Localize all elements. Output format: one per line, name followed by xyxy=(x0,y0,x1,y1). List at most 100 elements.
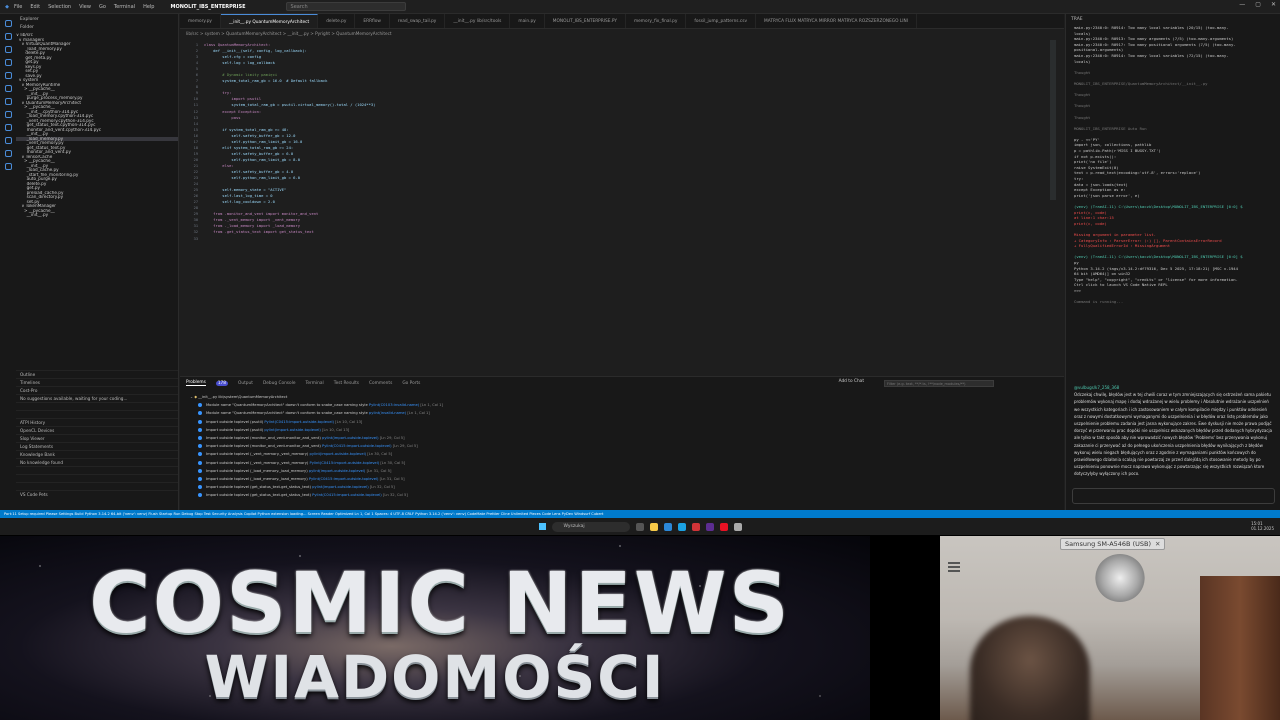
vscode-icon[interactable] xyxy=(677,522,686,531)
sidebar-section[interactable]: OpenCL Devices xyxy=(16,426,178,434)
problem-source[interactable]: Pylint(C0415:import-outside-toplevel) xyxy=(264,420,334,424)
minimap[interactable] xyxy=(1050,40,1056,200)
problem-row[interactable]: Import outside toplevel (psutil) pylint(… xyxy=(190,426,1064,434)
problem-source[interactable]: Pylint(C0415:import-outside-toplevel) xyxy=(322,444,392,448)
run-debug-icon[interactable] xyxy=(4,59,12,66)
extensions-icon[interactable] xyxy=(4,72,12,79)
close-icon[interactable]: ✕ xyxy=(1155,540,1160,548)
problem-row[interactable]: Import outside toplevel (_load_memory._l… xyxy=(190,475,1064,483)
docker-icon[interactable] xyxy=(4,111,12,118)
problem-row[interactable]: Module name "QuantumMemoryArchitect" doe… xyxy=(190,401,1064,409)
database-icon[interactable] xyxy=(4,124,12,131)
menu-item[interactable]: Edit xyxy=(30,4,40,10)
sidebar-section[interactable]: No suggestions available, waiting for yo… xyxy=(16,394,178,402)
sidebar-section[interactable]: Log Statements xyxy=(16,442,178,450)
problem-row[interactable]: Import outside toplevel (monitor_and_ven… xyxy=(190,434,1064,442)
file-explorer-icon[interactable] xyxy=(649,522,658,531)
account-icon[interactable] xyxy=(4,150,12,157)
close-icon[interactable]: ✕ xyxy=(1271,1,1276,8)
editor-tab[interactable]: memory_fix_final.py xyxy=(626,14,687,28)
hamburger-menu-icon[interactable] xyxy=(948,562,960,572)
source-control-icon[interactable] xyxy=(4,46,12,53)
menu-item[interactable]: Terminal xyxy=(114,4,135,10)
problem-source[interactable]: pylint(import-outside-toplevel) xyxy=(309,469,366,473)
sidebar-section[interactable] xyxy=(16,482,178,490)
panel-tab[interactable]: Test Results xyxy=(334,381,359,386)
panel-tab[interactable]: Problems xyxy=(186,380,206,386)
sidebar-section[interactable]: Slop Viewer xyxy=(16,434,178,442)
maximize-icon[interactable]: ▢ xyxy=(1255,1,1261,8)
problem-source[interactable]: Pylint(C0415:import-outside-toplevel) xyxy=(309,477,379,481)
panel-tab[interactable]: Terminal xyxy=(306,381,324,386)
chat-icon[interactable] xyxy=(4,137,12,144)
problem-row[interactable]: Import outside toplevel (_vent_memory._v… xyxy=(190,459,1064,467)
panel-tab[interactable]: Go Ports xyxy=(402,381,420,386)
sidebar-section[interactable]: Knowledge Bank xyxy=(16,450,178,458)
editor-tab[interactable]: read_swap_tail.py xyxy=(390,14,446,28)
code-line[interactable] xyxy=(204,236,1044,242)
problem-source[interactable]: pylint(import-outside-toplevel) xyxy=(310,452,367,456)
sidebar-section[interactable] xyxy=(16,474,178,482)
problem-source[interactable]: pylint(import-outside-toplevel) xyxy=(312,485,369,489)
remote-icon[interactable] xyxy=(4,98,12,105)
task-view-icon[interactable] xyxy=(635,522,644,531)
sidebar-section[interactable]: Cost-Pro xyxy=(16,386,178,394)
menu-item[interactable]: File xyxy=(14,4,22,10)
editor-tab[interactable]: __init__.py lib/src/tools xyxy=(445,14,511,28)
sidebar-section[interactable]: VS Code Pets xyxy=(16,490,178,498)
sidebar-section[interactable]: ATPI History xyxy=(16,418,178,426)
edge-icon[interactable] xyxy=(663,522,672,531)
editor-tab[interactable]: fossil_jump_patterns.csv xyxy=(686,14,757,28)
sidebar-section[interactable]: Timelines xyxy=(16,378,178,386)
problem-source[interactable]: pylint(import-outside-toplevel) xyxy=(264,428,321,432)
problem-row[interactable]: Import outside toplevel (get_status_text… xyxy=(190,483,1064,491)
menu-item[interactable]: Help xyxy=(143,4,154,10)
editor-tab[interactable]: memory.py xyxy=(180,14,221,28)
problem-row[interactable]: Import outside toplevel (get_status_text… xyxy=(190,491,1064,499)
app-icon[interactable] xyxy=(705,522,714,531)
panel-tab[interactable]: Debug Console xyxy=(263,381,296,386)
problem-row[interactable]: Module name "QuantumMemoryArchitect" doe… xyxy=(190,409,1064,417)
problem-source[interactable]: Pylint(C0103:invalid-name) xyxy=(369,403,419,407)
explorer-icon[interactable] xyxy=(4,20,12,27)
code-editor[interactable]: 1 2 3 4 5 6 7 8 9 10 11 12 13 14 15 16 17 18 19 20 21 22 23 24 2… xyxy=(180,38,1064,375)
settings-gear-icon[interactable] xyxy=(4,163,12,170)
add-to-chat-button[interactable]: Add to Chat xyxy=(839,379,864,384)
panel-tab[interactable]: Output xyxy=(238,381,253,386)
brave-icon[interactable] xyxy=(691,522,700,531)
sidebar-section[interactable]: No knowledge found xyxy=(16,458,178,466)
editor-tab[interactable]: main.py xyxy=(510,14,545,28)
problem-row[interactable]: Import outside toplevel (_load_memory._l… xyxy=(190,467,1064,475)
menu-item[interactable]: Selection xyxy=(48,4,71,10)
menu-item[interactable]: View xyxy=(79,4,91,10)
minimize-icon[interactable]: — xyxy=(1239,1,1245,8)
code-lines[interactable]: class QuantumMemoryArchitect: def __init… xyxy=(204,42,1044,242)
search-icon[interactable] xyxy=(4,33,12,40)
problem-source[interactable]: Pylint(C0415:import-outside-toplevel) xyxy=(312,493,382,497)
settings-icon[interactable] xyxy=(733,522,742,531)
recorder-icon[interactable] xyxy=(719,522,728,531)
taskbar-search[interactable]: Wyszukaj xyxy=(551,521,630,532)
sidebar-section[interactable]: Outline xyxy=(16,370,178,378)
editor-tab[interactable]: MATRYCA FLUX MATRYCA MIRROR MATRYCA ROZS… xyxy=(756,14,918,28)
problem-row[interactable]: Import outside toplevel (monitor_and_ven… xyxy=(190,442,1064,450)
editor-tab[interactable]: __init__.py QuantumMemoryArchitect xyxy=(220,14,319,28)
folder-header[interactable]: Folder xyxy=(16,25,178,33)
status-bar[interactable]: Port:11 Setup required Please Settings B… xyxy=(0,510,1280,518)
project-name[interactable]: MONOLIT_IBS_ENTERPRISE xyxy=(170,4,245,10)
tree-item[interactable]: __init__.py xyxy=(16,213,178,218)
breadcrumb[interactable]: lib/src > system > QuantumMemoryArchitec… xyxy=(180,29,1064,38)
problem-source[interactable]: pylint(invalid-name) xyxy=(369,411,406,415)
sidebar-section[interactable] xyxy=(16,466,178,474)
editor-tab[interactable]: MONOLIT_IBS_ENTERPRISE.PY xyxy=(545,14,626,28)
problems-file-row[interactable]: ⌄ ◆ __init__.py lib\system\QuantumMemory… xyxy=(190,393,1064,401)
editor-tab[interactable]: ERRflow xyxy=(355,14,390,28)
clock-date[interactable]: 01.12.2025 xyxy=(1251,526,1274,531)
panel-tab[interactable]: Comments xyxy=(369,381,392,386)
problem-row[interactable]: Import outside toplevel (_vent_memory._v… xyxy=(190,450,1064,458)
command-search[interactable]: Search xyxy=(285,2,406,11)
editor-tab[interactable]: delete.py xyxy=(318,14,356,28)
problems-filter-input[interactable]: Filter (e.g. text, **/*.ts, !**/node_mod… xyxy=(884,380,994,387)
menu-item[interactable]: Go xyxy=(99,4,106,10)
sidebar-section[interactable] xyxy=(16,410,178,418)
